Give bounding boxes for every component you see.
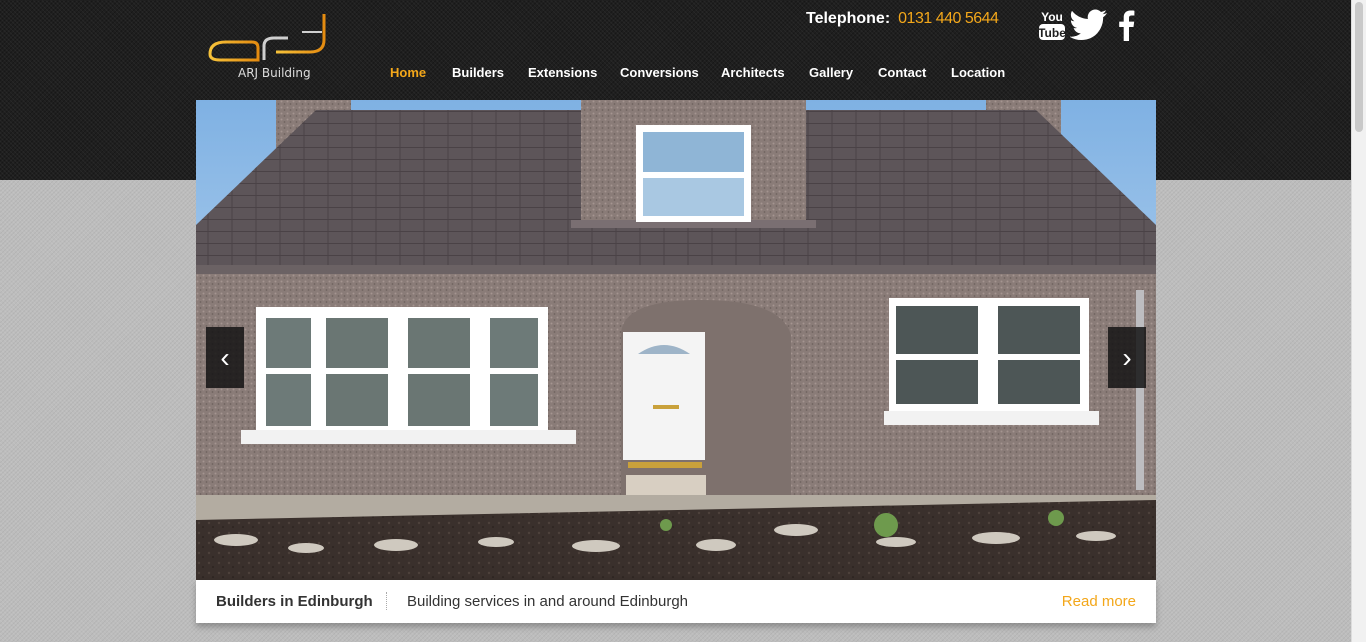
slide-caption: Builders in Edinburgh Building services … xyxy=(196,580,1156,623)
house-photo xyxy=(196,100,1156,580)
nav-home[interactable]: Home xyxy=(390,65,426,80)
youtube-text-you: You xyxy=(1041,10,1063,24)
caption-title: Builders in Edinburgh xyxy=(216,593,373,610)
facebook-icon[interactable] xyxy=(1114,8,1138,42)
nav-architects[interactable]: Architects xyxy=(721,65,785,80)
slider-next-button[interactable]: › xyxy=(1108,327,1146,388)
twitter-icon[interactable] xyxy=(1070,8,1108,42)
brand-name: ARJ Building xyxy=(238,66,311,80)
nav-conversions[interactable]: Conversions xyxy=(620,65,699,80)
telephone: Telephone: 0131 440 5644 xyxy=(806,10,999,28)
youtube-text-tube: Tube xyxy=(1038,26,1066,40)
read-more-link[interactable]: Read more xyxy=(1062,593,1136,610)
telephone-number[interactable]: 0131 440 5644 xyxy=(898,10,999,27)
nav-builders[interactable]: Builders xyxy=(452,65,504,80)
nav-extensions[interactable]: Extensions xyxy=(528,65,597,80)
telephone-label: Telephone: xyxy=(806,10,891,27)
scrollbar-thumb[interactable] xyxy=(1355,2,1363,132)
nav-gallery[interactable]: Gallery xyxy=(809,65,853,80)
hero-slider[interactable] xyxy=(196,100,1156,580)
caption-divider xyxy=(386,592,387,610)
slider-prev-button[interactable]: ‹ xyxy=(206,327,244,388)
page-scrollbar[interactable] xyxy=(1351,0,1366,642)
nav-contact[interactable]: Contact xyxy=(878,65,926,80)
nav-location[interactable]: Location xyxy=(951,65,1005,80)
youtube-icon[interactable]: You Tube xyxy=(1038,8,1066,42)
caption-text: Building services in and around Edinburg… xyxy=(407,593,689,610)
